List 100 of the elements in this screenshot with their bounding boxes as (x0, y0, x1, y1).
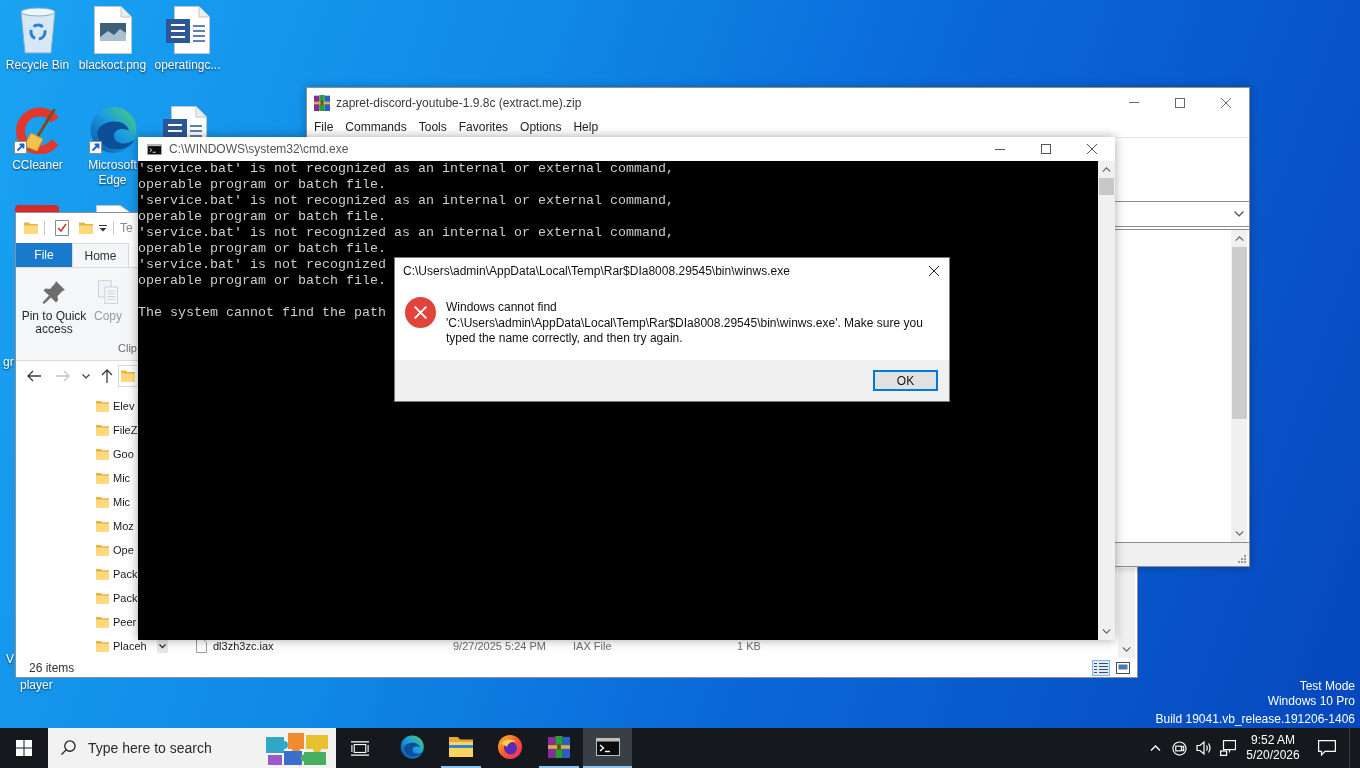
chevron-down-icon (1234, 211, 1244, 217)
scrollbar-thumb[interactable] (1099, 178, 1114, 195)
folder-icon (96, 472, 109, 484)
minimize-icon (995, 148, 1005, 150)
dialog-title: C:\Users\admin\AppData\Local\Temp\Rar$DIa8008.29545\bin\winws.exe (403, 264, 790, 278)
dropdown-arrow-icon[interactable] (99, 224, 107, 232)
address-field[interactable] (118, 365, 137, 387)
details-view-button[interactable] (1092, 659, 1110, 676)
close-icon (1221, 97, 1231, 108)
file-date: 9/27/2025 5:24 PM (453, 639, 547, 653)
console-line: 'service.bat' is not recognized as an internal or external command, (138, 193, 674, 209)
firefox-icon (497, 735, 522, 759)
folder-name[interactable]: Placeh (113, 639, 157, 653)
terminal-icon (147, 143, 162, 155)
folder-name[interactable]: Pack (113, 591, 138, 605)
properties-icon[interactable] (55, 220, 69, 236)
menu-item[interactable]: Tools (418, 119, 447, 135)
up-arrow-icon[interactable] (101, 369, 113, 383)
file-name[interactable]: dl3zh3zc.iax (213, 639, 453, 653)
back-arrow-icon[interactable] (27, 370, 41, 382)
window-title: zapret-discord-youtube-1.9.8c (extract.me).zip (336, 95, 582, 110)
camera-icon[interactable] (1172, 740, 1187, 756)
ccleaner-icon[interactable] (13, 106, 62, 154)
file-icon (196, 639, 207, 653)
menu-item[interactable]: Help (573, 119, 599, 135)
console-line: operable program or batch file. (138, 273, 386, 289)
folder-icon (96, 616, 109, 628)
console-line: The system cannot find the path (138, 305, 386, 321)
recycle-bin-icon[interactable] (17, 6, 58, 54)
ok-button[interactable]: OK (873, 370, 938, 391)
network-icon[interactable] (1220, 740, 1236, 756)
clock-time[interactable]: 9:52 AM (1251, 733, 1295, 748)
details-view-icon (1094, 661, 1108, 674)
file-size: 1 KB (737, 639, 761, 653)
chevron-down-icon[interactable] (157, 639, 168, 653)
folder-icon (96, 400, 109, 412)
folder-name[interactable]: Moz (113, 519, 134, 533)
volume-icon[interactable] (1196, 740, 1212, 756)
folder-name[interactable]: Ope (113, 543, 134, 557)
edge-icon[interactable] (88, 106, 137, 154)
menu-item[interactable]: Options (520, 119, 562, 135)
folder-icon (79, 222, 93, 234)
chevron-up-icon[interactable] (1150, 745, 1161, 751)
folder-name[interactable]: Mic (113, 471, 131, 485)
terminal-icon (595, 738, 620, 756)
word-document-icon[interactable] (163, 106, 207, 137)
minimize-icon (1129, 102, 1139, 103)
pin-icon (42, 280, 66, 304)
console-line: 'service.bat' is not recognized as an internal or external command, (138, 225, 674, 241)
folder-name[interactable]: FileZ (113, 423, 138, 437)
error-icon (405, 297, 436, 328)
folder-icon (24, 222, 38, 234)
folder-icon (96, 496, 109, 508)
folder-name[interactable]: Peer (113, 615, 137, 629)
folder-icon (96, 544, 109, 556)
notification-icon[interactable] (1318, 740, 1336, 756)
archive-app-icon (547, 736, 570, 758)
word-document-icon[interactable] (165, 6, 210, 54)
resize-grip-icon[interactable] (1238, 555, 1246, 563)
file-menu-tab[interactable]: File (16, 243, 72, 267)
ribbon-tab[interactable]: Home (72, 243, 129, 267)
chevron-down-icon[interactable] (82, 373, 90, 379)
copy-icon (98, 280, 118, 304)
large-icons-view-icon (1116, 661, 1130, 674)
search-icon (61, 740, 76, 755)
clock-date[interactable]: 5/20/2026 (1246, 748, 1300, 763)
menu-item[interactable]: Commands (345, 119, 407, 135)
error-message: Windows cannot find 'C:\Users\admin\AppData\Local\Temp\Rar$DIa8008.29545\bin\winws.exe'. Make sure you typed the name correctly, and then try again. (446, 300, 924, 347)
scrollbar-thumb[interactable] (1231, 247, 1247, 419)
scrollbar[interactable] (1098, 161, 1115, 640)
task-view-icon (351, 740, 369, 756)
taskbar-app-button[interactable] (583, 728, 632, 768)
scrollbar[interactable] (1231, 230, 1247, 542)
maximize-icon (1041, 144, 1051, 154)
os-watermark-text: Windows 10 Pro (1267, 694, 1355, 709)
image-file-icon[interactable] (93, 6, 132, 54)
folder-name[interactable]: Pack (113, 567, 138, 581)
os-watermark-text: Build 19041.vb_release.191206-1406 (1155, 712, 1355, 727)
console-line: operable program or batch file. (138, 177, 386, 193)
puzzle-icon (266, 731, 328, 765)
folder-name[interactable]: Mic (113, 495, 131, 509)
os-watermark-text: Test Mode (1299, 679, 1355, 694)
console-line: 'service.bat' is not recognized (138, 257, 386, 273)
folder-icon (96, 448, 109, 460)
maximize-icon (1175, 97, 1185, 108)
close-icon (929, 266, 939, 276)
edge-icon (399, 735, 424, 759)
file-type: IAX File (573, 639, 613, 653)
menu-item[interactable]: File (314, 119, 334, 135)
folder-icon (96, 592, 109, 604)
folder-name[interactable]: Elev (113, 399, 135, 413)
windows-logo-icon (16, 740, 32, 756)
folder-icon (121, 370, 135, 382)
pin-to-quick-access-button[interactable]: Pin to Quick access (19, 280, 89, 336)
folder-icon (448, 737, 473, 757)
menu-item[interactable]: Favorites (458, 119, 509, 135)
large-icons-view-button[interactable] (1114, 659, 1132, 676)
console-line: operable program or batch file. (138, 209, 386, 225)
folder-name[interactable]: Goo (113, 447, 134, 461)
scrollbar[interactable] (1118, 568, 1135, 658)
